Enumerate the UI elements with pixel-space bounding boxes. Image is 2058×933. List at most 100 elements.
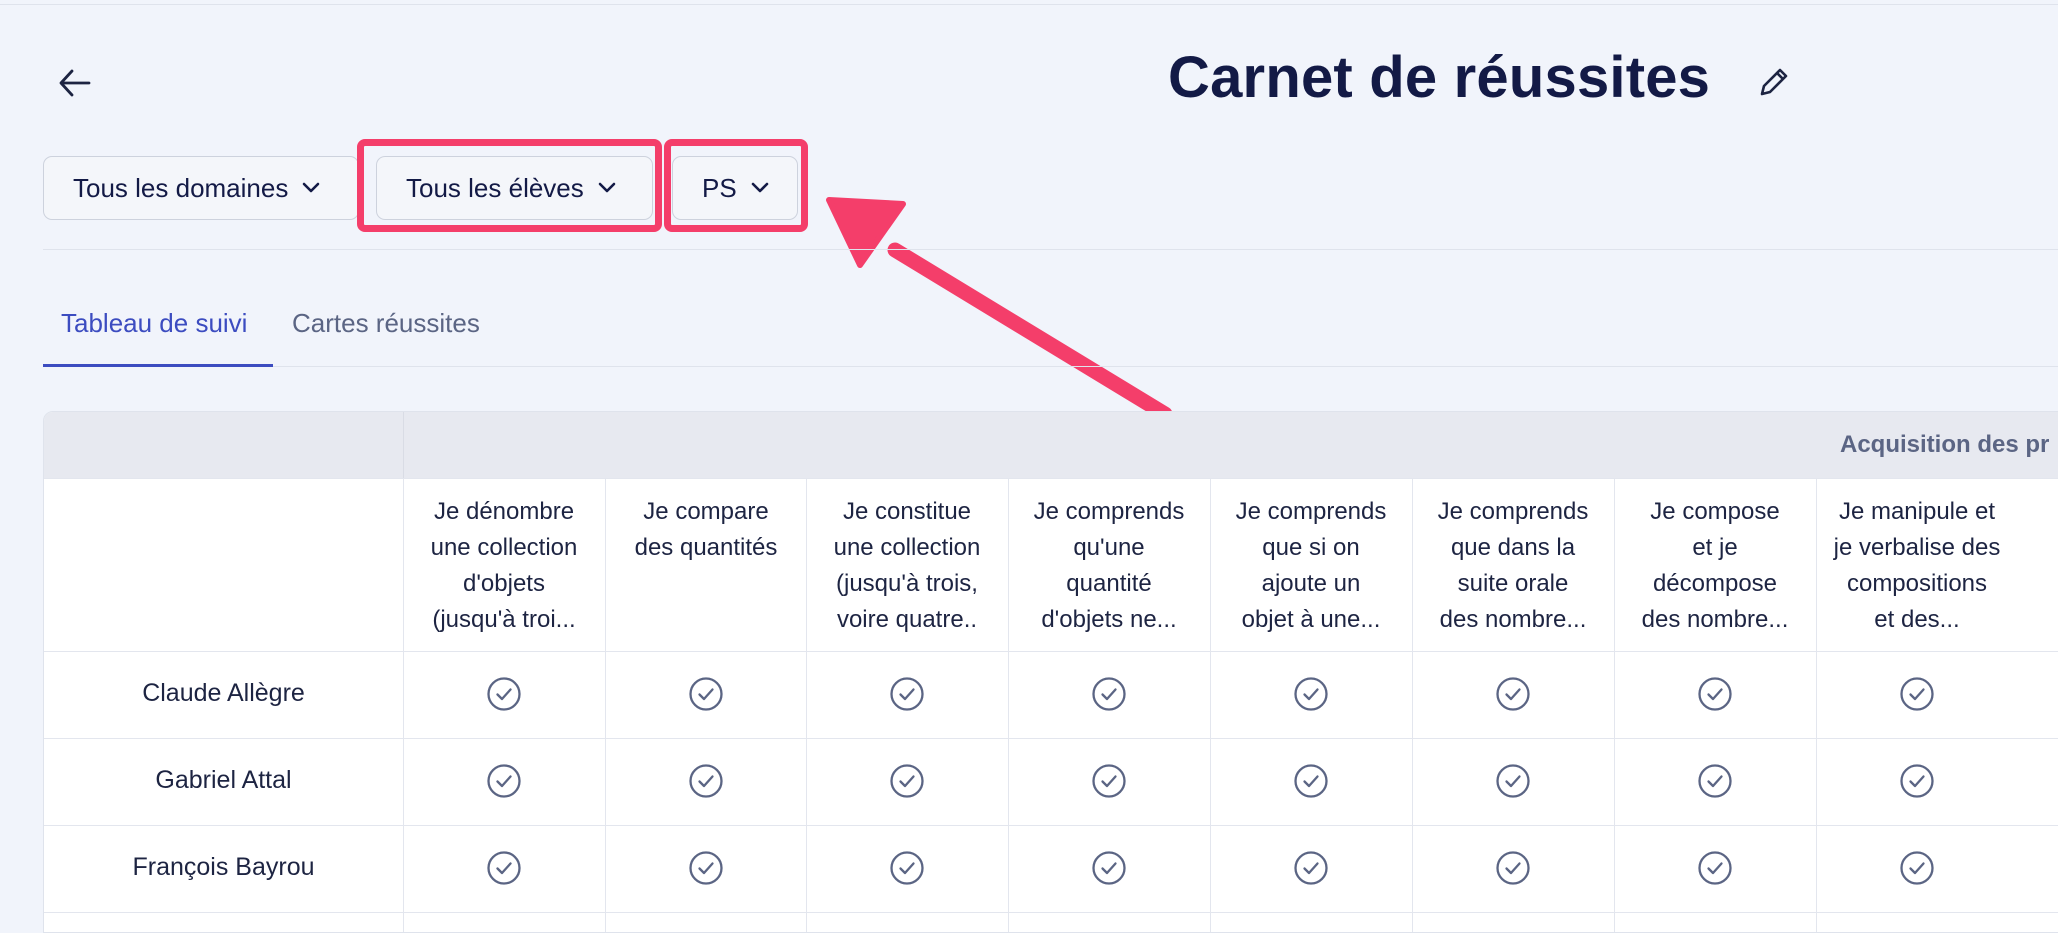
chevron-down-icon: [598, 182, 616, 193]
column-header[interactable]: Je constitue une collection (jusqu'à trois…: [817, 494, 997, 638]
check-circle-icon[interactable]: [688, 676, 724, 712]
check-circle-icon[interactable]: [1899, 763, 1935, 799]
check-circle-icon[interactable]: [1495, 763, 1531, 799]
check-circle-icon[interactable]: [1899, 850, 1935, 886]
student-name: Claude Allègre: [142, 679, 305, 707]
column-divider: [605, 478, 606, 932]
column-header-line: Je dénombre: [433, 498, 575, 525]
column-header[interactable]: Je comprends que dans la suite orale des no…: [1423, 494, 1603, 638]
check-circle-icon[interactable]: [1293, 850, 1329, 886]
active-tab-indicator: [43, 364, 273, 367]
column-header-line: (jusqu'à trois,: [836, 570, 978, 597]
column-header-line: ajoute un: [1261, 570, 1361, 597]
column-divider: [403, 478, 404, 932]
table-group-header: Acquisition des pr: [44, 412, 2058, 478]
check-circle-icon[interactable]: [486, 763, 522, 799]
column-header[interactable]: Je comprends qu'une quantité d'objets ne...: [1019, 494, 1199, 638]
toolbar-divider: [43, 249, 2058, 250]
column-header-line: Je comprends: [1437, 498, 1589, 525]
column-header-line: des quantités: [634, 534, 778, 561]
check-circle-icon[interactable]: [1899, 676, 1935, 712]
check-circle-icon[interactable]: [1697, 676, 1733, 712]
check-circle-icon[interactable]: [1697, 763, 1733, 799]
level-filter-dropdown[interactable]: PS: [672, 156, 798, 220]
column-header-line: une collection: [833, 534, 981, 561]
column-header-line: Je constitue: [842, 498, 972, 525]
check-circle-icon[interactable]: [1091, 850, 1127, 886]
column-divider: [806, 478, 807, 932]
check-circle-icon[interactable]: [1091, 763, 1127, 799]
student-filter-dropdown[interactable]: Tous les élèves: [376, 156, 653, 220]
group-header-divider: [403, 412, 404, 478]
column-header-line: Je comprends: [1033, 498, 1185, 525]
student-name: Gabriel Attal: [155, 766, 292, 794]
check-circle-icon[interactable]: [889, 676, 925, 712]
column-header[interactable]: Je compare des quantités: [616, 494, 796, 566]
level-filter-label: PS: [702, 172, 737, 203]
row-divider: [44, 738, 2058, 739]
row-divider: [44, 651, 2058, 652]
column-header-line: d'objets ne...: [1041, 606, 1177, 633]
chevron-down-icon: [751, 182, 768, 193]
check-circle-icon[interactable]: [1293, 763, 1329, 799]
column-header-line: voire quatre..: [836, 606, 978, 633]
domain-filter-dropdown[interactable]: Tous les domaines: [43, 156, 359, 220]
check-circle-icon[interactable]: [889, 850, 925, 886]
check-circle-icon[interactable]: [688, 850, 724, 886]
column-header-line: compositions: [1846, 570, 1988, 597]
column-header-line: et je: [1692, 534, 1738, 561]
column-header-line: Je compose: [1650, 498, 1780, 525]
arrow-left-icon: [59, 69, 91, 97]
tabs-divider: [273, 366, 2058, 367]
column-header-line: que si on: [1262, 534, 1360, 561]
column-divider: [1412, 478, 1413, 932]
check-circle-icon[interactable]: [889, 763, 925, 799]
column-header-line: que dans la: [1450, 534, 1576, 561]
column-header[interactable]: Je manipule et je verbalise des compositio…: [1827, 494, 2007, 638]
check-circle-icon[interactable]: [1495, 676, 1531, 712]
column-header-line: des nombre...: [1641, 606, 1789, 633]
column-header-line: une collection: [430, 534, 578, 561]
column-header-line: Je manipule et: [1838, 498, 1996, 525]
column-header-line: décompose: [1652, 570, 1778, 597]
progress-table: Acquisition des pr Je dénombre une collec…: [43, 411, 2058, 933]
row-divider: [44, 478, 2058, 479]
check-circle-icon[interactable]: [486, 850, 522, 886]
student-filter-label: Tous les élèves: [406, 172, 584, 203]
column-divider: [1816, 478, 1817, 932]
column-header-line: qu'une: [1073, 534, 1145, 561]
column-header-line: Je compare: [643, 498, 769, 525]
pencil-icon: [1760, 68, 1788, 96]
column-header-line: je verbalise des: [1833, 534, 2001, 561]
column-header-line: (jusqu'à troi...: [432, 606, 576, 633]
column-header-line: des nombre...: [1439, 606, 1587, 633]
top-border: [0, 4, 2058, 5]
column-header-line: suite orale: [1457, 570, 1569, 597]
column-header-line: Je comprends: [1235, 498, 1387, 525]
chevron-down-icon: [303, 182, 320, 193]
column-header-line: d'objets: [463, 570, 545, 597]
page-title: Carnet de réussites: [1168, 45, 1711, 110]
row-divider: [44, 825, 2058, 826]
column-header[interactable]: Je dénombre une collection d'objets (jusqu'…: [414, 494, 594, 638]
tab-cartes-reussites[interactable]: Cartes réussites: [292, 308, 480, 339]
check-circle-icon[interactable]: [688, 763, 724, 799]
check-circle-icon[interactable]: [486, 676, 522, 712]
domain-filter-label: Tous les domaines: [73, 172, 289, 203]
group-header-label: Acquisition des pr: [1840, 431, 2050, 458]
column-header-line: objet à une...: [1241, 606, 1381, 633]
column-header[interactable]: Je comprends que si on ajoute un objet à un…: [1221, 494, 1401, 638]
back-button[interactable]: [52, 60, 98, 106]
student-name: François Bayrou: [132, 853, 315, 881]
column-divider: [1614, 478, 1615, 932]
column-header-line: et des...: [1874, 606, 1960, 633]
column-header[interactable]: Je compose et je décompose des nombre...: [1625, 494, 1805, 638]
check-circle-icon[interactable]: [1697, 850, 1733, 886]
column-divider: [1210, 478, 1211, 932]
check-circle-icon[interactable]: [1293, 676, 1329, 712]
edit-title-button[interactable]: [1754, 62, 1794, 102]
check-circle-icon[interactable]: [1091, 676, 1127, 712]
check-circle-icon[interactable]: [1495, 850, 1531, 886]
tab-tableau-de-suivi[interactable]: Tableau de suivi: [61, 308, 247, 339]
column-header-line: quantité: [1066, 570, 1152, 597]
